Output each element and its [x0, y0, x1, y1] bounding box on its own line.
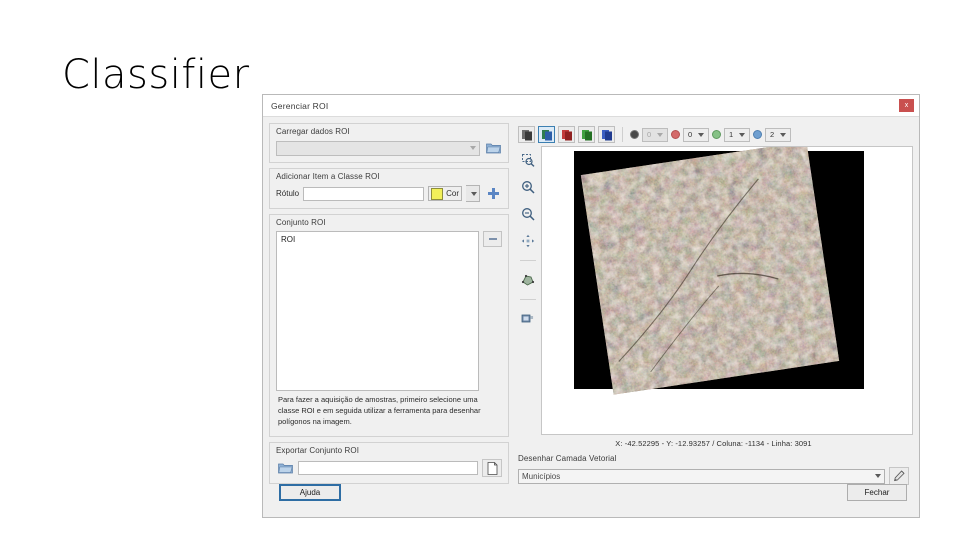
color-picker-button[interactable]: Cor — [428, 186, 462, 201]
dialog-title: Gerenciar ROI — [271, 100, 329, 111]
map-right-panel: 0 0 1 2 ≡ X: -42.52295 - Y: -12.93257 / … — [514, 123, 913, 489]
map-canvas[interactable] — [541, 146, 913, 435]
channel-green-combo[interactable]: 1 — [724, 127, 750, 142]
export-path-input[interactable] — [298, 461, 478, 475]
export-roi-row — [276, 459, 502, 477]
channel-red-combo[interactable]: 0 — [683, 127, 709, 142]
map-tools-toolbar: ≡ — [514, 146, 541, 435]
chevron-down-icon — [698, 132, 705, 137]
band-blue-button[interactable] — [598, 126, 615, 143]
zoom-out-icon[interactable] — [519, 206, 537, 222]
load-roi-combo[interactable] — [276, 140, 480, 156]
channel-red-value: 0 — [688, 130, 693, 139]
rotulo-input[interactable] — [303, 186, 425, 201]
channel-blue-combo[interactable]: 2 — [765, 127, 791, 142]
help-instructions: Para fazer a aquisição de amostras, prim… — [278, 395, 481, 427]
fechar-button[interactable]: Fechar — [847, 483, 907, 501]
svg-text:≡: ≡ — [530, 315, 533, 321]
coordinates-status-bar: X: -42.52295 - Y: -12.93257 / Coluna: -1… — [615, 439, 812, 448]
chevron-down-icon — [470, 146, 476, 150]
color-swatch — [431, 187, 444, 200]
remove-roi-button[interactable] — [483, 231, 502, 247]
zoom-to-selection-icon[interactable] — [519, 152, 537, 168]
rotulo-label: Rótulo — [276, 189, 300, 198]
gerenciar-roi-dialog: Gerenciar ROI x Carregar dados ROI Adici… — [262, 94, 920, 518]
export-roi-group-title: Exportar Conjunto ROI — [276, 446, 360, 455]
folder-icon[interactable] — [276, 460, 294, 476]
page-title: Classifier — [62, 52, 250, 98]
channel-red-radio[interactable] — [671, 130, 680, 139]
map-area: ≡ — [514, 146, 913, 435]
chevron-down-icon — [739, 132, 746, 137]
chevron-down-icon — [657, 132, 664, 137]
toolbar-separator — [622, 127, 623, 142]
channel-blue-radio[interactable] — [753, 130, 762, 139]
chevron-down-icon — [780, 132, 787, 137]
color-label: Cor — [446, 189, 459, 198]
channel-green-value: 1 — [729, 130, 734, 139]
channel-mono-combo[interactable]: 0 — [642, 127, 668, 142]
load-roi-group: Carregar dados ROI — [269, 123, 509, 163]
roi-set-group-title: Conjunto ROI — [276, 218, 326, 227]
band-red-button[interactable] — [558, 126, 575, 143]
add-class-button[interactable] — [484, 186, 502, 202]
list-item[interactable]: ROI — [281, 235, 474, 244]
add-class-row: Rótulo Cor — [276, 185, 502, 202]
close-icon[interactable]: x — [899, 99, 914, 112]
dialog-titlebar: Gerenciar ROI x — [263, 95, 919, 117]
channel-mono-radio[interactable] — [630, 130, 639, 139]
add-class-group-title: Adicionar Item a Classe ROI — [276, 172, 380, 181]
band-green-button[interactable] — [578, 126, 595, 143]
minus-icon — [488, 238, 497, 240]
satellite-scene-image — [580, 147, 840, 395]
tools-divider — [519, 299, 536, 300]
tools-divider — [519, 260, 536, 261]
chevron-down-icon — [471, 191, 477, 196]
band-gray-button[interactable] — [518, 126, 535, 143]
channel-mono-value: 0 — [647, 130, 652, 139]
add-class-group: Adicionar Item a Classe ROI Rótulo Cor — [269, 168, 509, 209]
layer-info-icon[interactable]: ≡ — [519, 311, 537, 327]
pan-icon[interactable] — [519, 233, 537, 249]
band-toolbar: 0 0 1 2 — [514, 123, 913, 146]
color-dropdown-button[interactable] — [466, 185, 480, 202]
roi-set-group: Conjunto ROI ROI Para fazer a aquisição … — [269, 214, 509, 437]
channel-green-radio[interactable] — [712, 130, 721, 139]
dialog-body: Carregar dados ROI Adicionar Item a Clas… — [263, 117, 919, 489]
vector-layer-title: Desenhar Camada Vetorial — [518, 454, 617, 463]
save-file-icon[interactable] — [482, 459, 502, 477]
roi-listbox[interactable]: ROI — [276, 231, 479, 392]
draw-polygon-icon[interactable] — [519, 272, 537, 288]
band-rgb-composite-button[interactable] — [538, 126, 555, 143]
ajuda-button[interactable]: Ajuda — [279, 483, 341, 501]
channel-blue-value: 2 — [770, 130, 775, 139]
roi-left-panel: Carregar dados ROI Adicionar Item a Clas… — [269, 123, 509, 489]
plus-icon — [487, 188, 499, 199]
dialog-footer: Ajuda Fechar — [263, 477, 919, 517]
load-roi-group-title: Carregar dados ROI — [276, 127, 350, 136]
folder-icon[interactable] — [484, 140, 502, 156]
load-roi-row — [276, 140, 502, 156]
roi-set-row: ROI — [276, 231, 502, 392]
zoom-in-icon[interactable] — [519, 179, 537, 195]
